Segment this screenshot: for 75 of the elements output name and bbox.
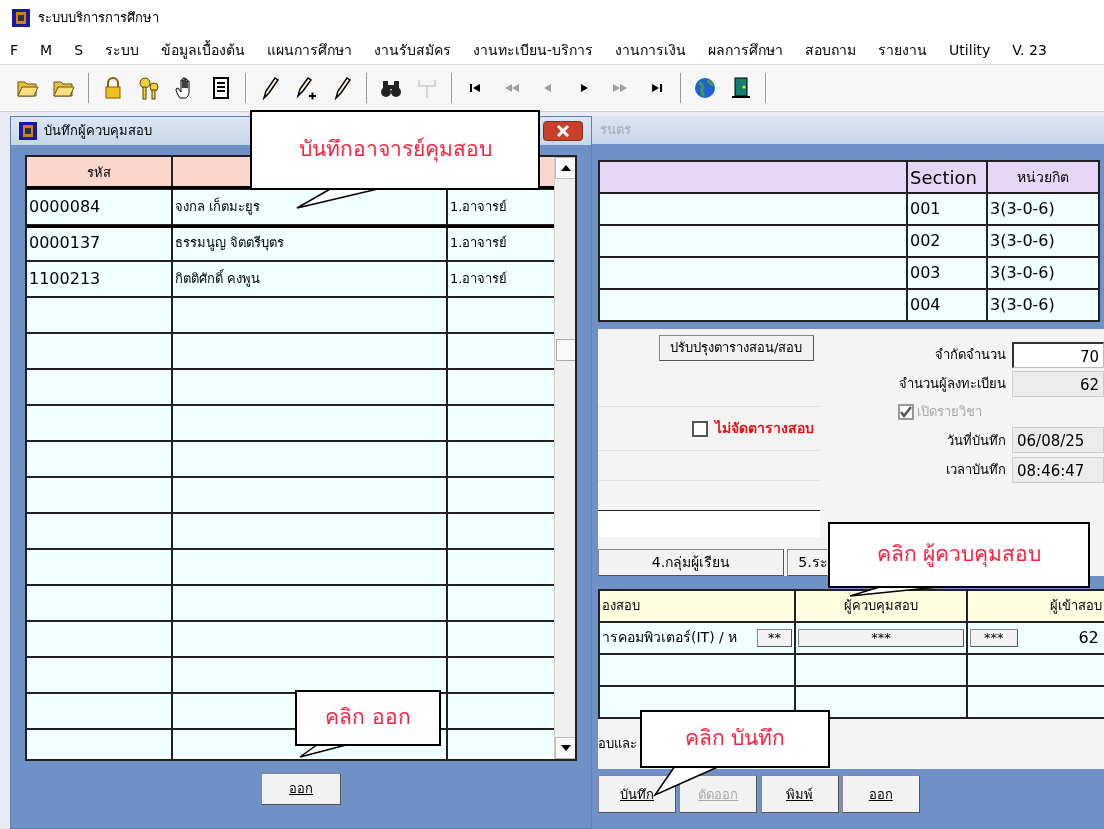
scrollbar[interactable]	[554, 157, 575, 759]
column-header: ผู้ควบคุมสอบ	[795, 589, 967, 622]
menu-item[interactable]: M	[40, 39, 53, 61]
table-cell: 3(3-0-6)	[987, 193, 1099, 225]
column-header: องสอบ	[599, 589, 795, 622]
pencil-plus-icon[interactable]	[294, 76, 318, 100]
table-cell: 004	[907, 289, 987, 321]
scroll-down-icon[interactable]	[555, 737, 575, 759]
table-cell: 0000137	[27, 225, 172, 261]
menu-item[interactable]: สอบถาม	[805, 39, 857, 61]
scroll-up-icon[interactable]	[555, 157, 575, 179]
menu-item[interactable]: ระบบ	[105, 39, 140, 61]
table-cell-text: 62	[1078, 626, 1100, 649]
column-header: ผู้เข้าสอบ	[967, 589, 1104, 622]
menu-item[interactable]: งานการเงิน	[615, 39, 687, 61]
proctor-button[interactable]: ***	[798, 629, 964, 647]
table-cell: 001	[907, 193, 987, 225]
menu-item[interactable]: งานรับสมัคร	[374, 39, 452, 61]
table-cell: 0000084	[27, 189, 172, 225]
menu-item[interactable]: รายงาน	[878, 39, 928, 61]
column-header: หน่วยกิต	[987, 161, 1099, 193]
menu-item[interactable]: S	[74, 39, 84, 61]
dialog-button[interactable]: พิมพ์	[760, 775, 839, 814]
app-icon	[12, 9, 30, 27]
dialog-button: ตัดออก	[679, 775, 758, 814]
table-cell: กิตติศักดิ์ คงพูน	[172, 261, 447, 297]
checkbox[interactable]	[692, 420, 708, 437]
input-field[interactable]: 70	[1012, 341, 1104, 368]
field-label: วันที่บันทึก	[946, 431, 1006, 450]
app-icon	[19, 122, 37, 140]
table-cell: ธรรมนูญ จิตตรีบุตร	[172, 225, 447, 261]
checkbox-label: ไม่จัดตารางสอบ	[714, 419, 814, 439]
column-header: Section	[907, 161, 987, 193]
door-icon[interactable]	[729, 76, 753, 100]
examinee-button[interactable]: ***	[970, 629, 1018, 647]
exit-button[interactable]: ออก	[261, 773, 341, 805]
checkbox-label: เปิดรายวิชา	[917, 403, 983, 422]
table-cell: 3(3-0-6)	[987, 289, 1099, 321]
text-field[interactable]	[598, 511, 820, 538]
dialog-button[interactable]: ออก	[841, 775, 920, 814]
readonly-field: 06/08/25	[1012, 427, 1104, 454]
table-row[interactable]: 1100213 กิตติศักดิ์ คงพูน 1.อาจารย์	[27, 261, 554, 297]
table-cell: 1100213	[27, 261, 172, 297]
table-cell: 3(3-0-6)	[987, 225, 1099, 257]
menu-item[interactable]: F	[10, 39, 19, 61]
close-icon[interactable]	[543, 121, 583, 141]
column-header: รหัส	[27, 157, 172, 189]
table-row[interactable]: 0000084 จงกล เก็ตมะยูร 1.อาจารย์	[27, 189, 554, 225]
table-cell-text: ารคอมพิวเตอร์(IT) / ห	[602, 628, 738, 648]
update-schedule-button[interactable]: ปรับปรุงตารางสอน/สอบ	[659, 335, 814, 361]
app-title: ระบบบริการการศึกษา	[38, 9, 159, 28]
menu-item[interactable]: ผลการศึกษา	[708, 39, 784, 61]
scroll-thumb[interactable]	[556, 339, 575, 361]
table-row[interactable]: 0000137 ธรรมนูญ จิตตรีบุตร 1.อาจารย์	[27, 225, 554, 261]
field-label: เวลาบันทึก	[945, 460, 1006, 479]
small-button[interactable]: **	[757, 629, 792, 647]
dialog-button[interactable]: บันทึก	[598, 775, 676, 814]
note-text: อบและ	[598, 735, 637, 754]
dialog-title: บันทึกผู้ควบคุมสอบ	[43, 122, 152, 141]
field-label: จำกัดจำนวน	[934, 345, 1006, 364]
table-cell: 002	[907, 225, 987, 257]
globe-icon[interactable]	[693, 76, 717, 100]
keys-icon[interactable]	[137, 76, 161, 100]
field-label: จำนวนผู้ลงทะเบียน	[898, 375, 1006, 394]
readonly-field: 08:46:47	[1012, 456, 1104, 483]
menu-item[interactable]: ข้อมูลเบื้องต้น	[161, 39, 246, 61]
readonly-field: 62	[1012, 370, 1104, 397]
menu-item[interactable]: งานทะเบียน-บริการ	[473, 39, 594, 61]
menu-item[interactable]: Utility	[949, 39, 991, 61]
table-cell: 3(3-0-6)	[987, 257, 1099, 289]
menu-item[interactable]: แผนการศึกษา	[267, 39, 353, 61]
window-title: รนตร	[600, 121, 631, 140]
menu-item[interactable]: V. 23	[1012, 39, 1047, 61]
tab[interactable]: 4.กลุ่มผู้เรียน	[598, 549, 784, 576]
table-cell: 003	[907, 257, 987, 289]
